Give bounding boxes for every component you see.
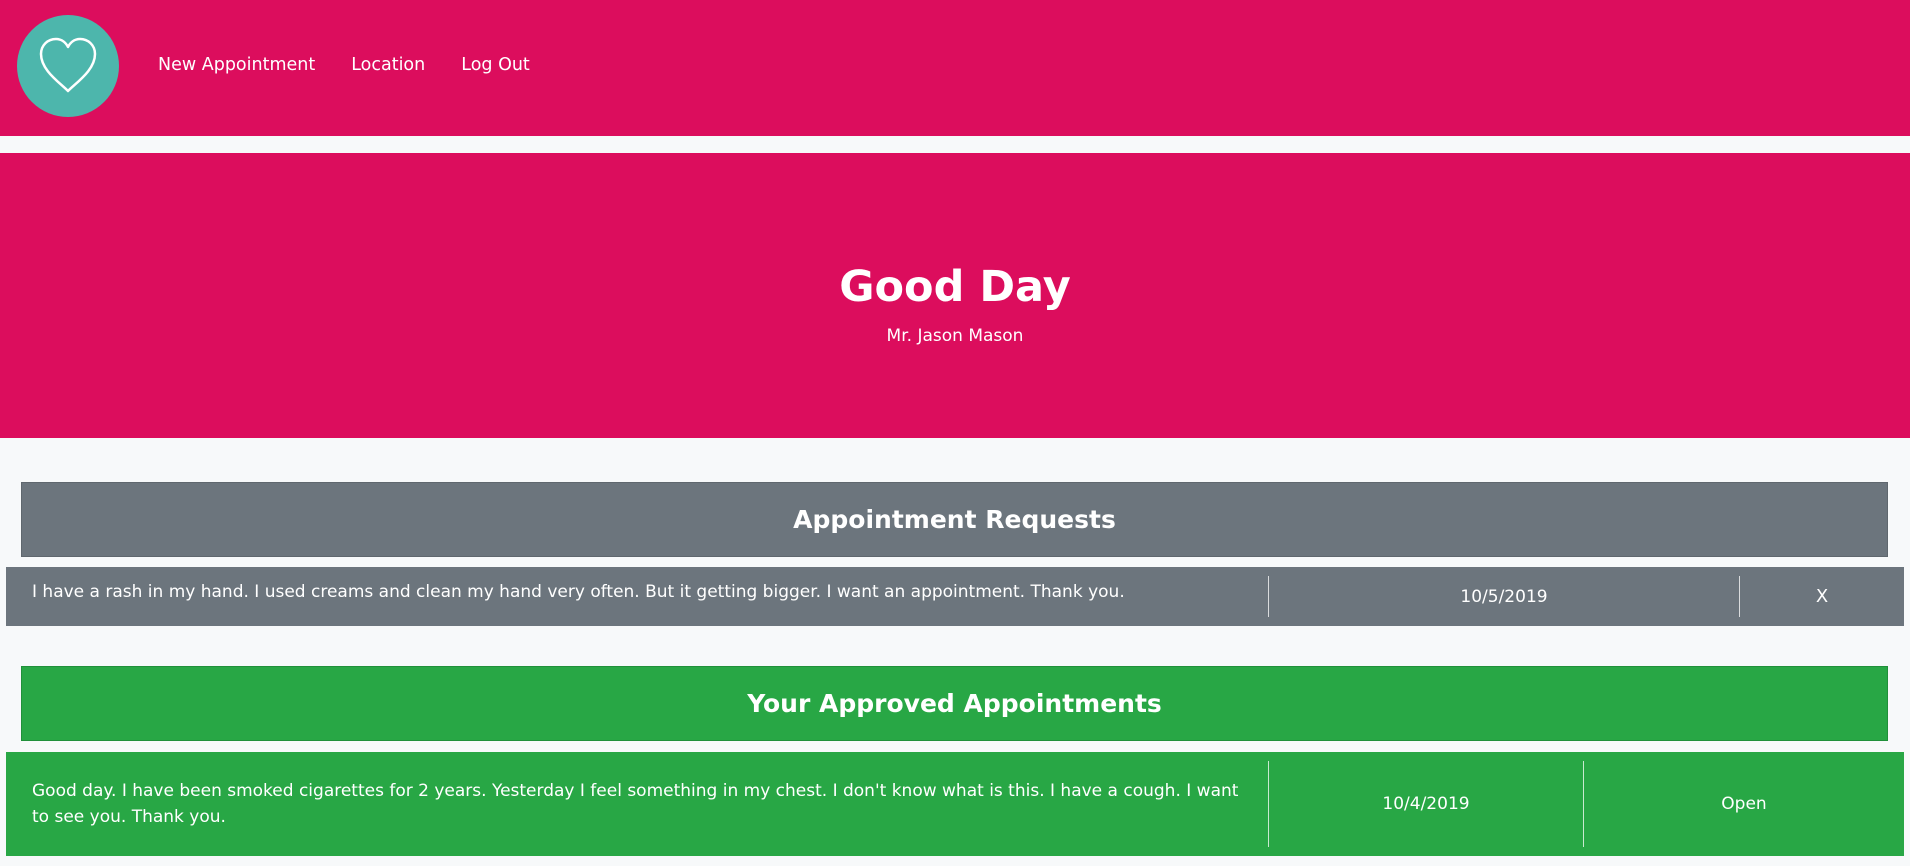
- approved-header: Your Approved Appointments: [21, 666, 1888, 741]
- approved-date: 10/4/2019: [1382, 794, 1470, 814]
- request-message: I have a rash in my hand. I used creams …: [32, 582, 1125, 602]
- approved-status: Open: [1721, 794, 1767, 814]
- heart-icon: [39, 37, 97, 93]
- greeting-title: Good Day: [839, 262, 1071, 312]
- navbar: New Appointment Location Log Out: [0, 0, 1910, 136]
- nav-log-out[interactable]: Log Out: [461, 55, 530, 75]
- approved-message: Good day. I have been smoked cigarettes …: [32, 781, 1239, 827]
- nav-location[interactable]: Location: [351, 55, 425, 75]
- hero-banner: Good Day Mr. Jason Mason: [0, 153, 1910, 438]
- user-name: Mr. Jason Mason: [886, 326, 1024, 346]
- nav-new-appointment[interactable]: New Appointment: [158, 55, 315, 75]
- logo[interactable]: [17, 15, 119, 117]
- requests-header: Appointment Requests: [21, 482, 1888, 557]
- approved-row: Good day. I have been smoked cigarettes …: [6, 752, 1904, 856]
- cancel-request-button[interactable]: X: [1740, 567, 1904, 626]
- request-date: 10/5/2019: [1460, 586, 1548, 607]
- nav-links: New Appointment Location Log Out: [158, 55, 566, 75]
- request-row: I have a rash in my hand. I used creams …: [6, 567, 1904, 626]
